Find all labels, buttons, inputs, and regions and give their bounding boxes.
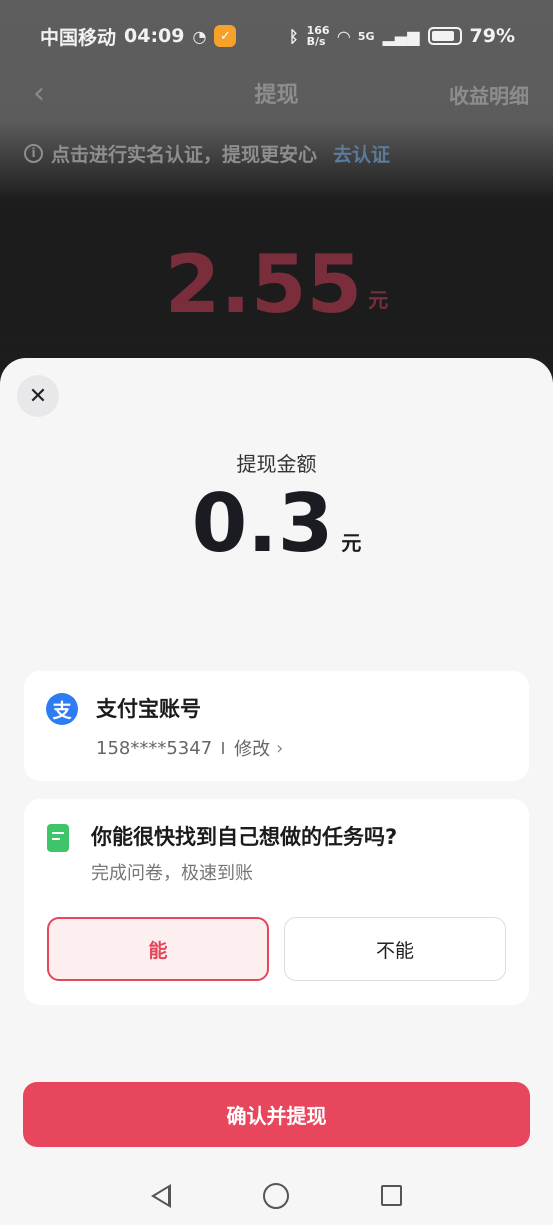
close-icon: ✕ (28, 383, 48, 409)
earnings-detail-link[interactable]: 收益明细 (449, 80, 529, 109)
battery-icon (427, 27, 462, 45)
survey-question: 你能很快找到自己想做的任务吗? (91, 825, 398, 849)
edit-label: 修改 (234, 739, 271, 760)
chevron-right-icon: › (276, 737, 284, 759)
account-title: 支付宝账号 (96, 697, 201, 721)
network-speed: 166 B/s (306, 24, 330, 48)
sync-icon: ◔ (192, 26, 207, 46)
carrier-label: 中国移动 (40, 26, 117, 49)
clock: 04:09 (124, 25, 185, 47)
account-number: 158****5347 (96, 737, 213, 759)
system-home-icon[interactable] (263, 1182, 289, 1209)
page-title: 提现 (254, 83, 299, 108)
balance-unit: 元 (368, 288, 389, 312)
account-subline: 158****5347 修改 › (96, 735, 283, 761)
wifi-icon: ◠ (337, 26, 350, 46)
status-right: ᛒ 166 B/s ◠ 5G ▂▄▆ 79% (289, 25, 515, 47)
withdraw-sheet: ✕ 提现金额 0.3 元 支 支付宝账号 158****5347 修改 › 你能… (0, 358, 553, 1166)
back-button[interactable]: ‹ (24, 75, 54, 111)
divider (222, 742, 225, 754)
option-yes-button[interactable]: 能 (47, 917, 269, 981)
close-button[interactable]: ✕ (17, 375, 59, 417)
balance-display: 2.55 元 (0, 235, 553, 325)
balance-value: 2.55 (164, 238, 363, 331)
status-left: 中国移动 04:09 ◔ ✓ (40, 23, 237, 50)
info-icon: i (24, 143, 43, 163)
verify-link[interactable]: 去认证 (333, 140, 390, 167)
system-navigation-bar (0, 1166, 553, 1225)
amount-label: 提现金额 (236, 452, 317, 476)
verification-notice: i 点击进行实名认证，提现更安心 去认证 (24, 138, 390, 168)
bluetooth-icon: ᛒ (289, 26, 299, 46)
network-type: 5G (357, 29, 375, 43)
chevron-left-icon: ‹ (33, 75, 45, 111)
amount-value: 0.3 (191, 477, 334, 570)
edit-account-link[interactable]: 修改 › (234, 735, 283, 761)
header: ‹ 提现 收益明细 (0, 70, 553, 116)
app-notification-icon: ✓ (214, 25, 237, 47)
status-bar: 中国移动 04:09 ◔ ✓ ᛒ 166 B/s ◠ 5G ▂▄▆ 79% (0, 16, 553, 56)
battery-percent: 79% (469, 25, 515, 47)
document-icon (47, 824, 69, 852)
system-back-icon[interactable] (151, 1183, 171, 1208)
survey-card: 你能很快找到自己想做的任务吗? 完成问卷，极速到账 能 不能 (24, 799, 529, 1005)
amount-display: 0.3 元 (0, 480, 553, 564)
signal-icon: ▂▄▆ (382, 26, 420, 46)
confirm-withdraw-button[interactable]: 确认并提现 (23, 1082, 530, 1147)
alipay-icon: 支 (46, 693, 78, 725)
option-no-button[interactable]: 不能 (284, 917, 506, 981)
survey-subtitle: 完成问卷，极速到账 (91, 863, 253, 884)
system-recents-icon[interactable] (381, 1185, 402, 1206)
amount-unit: 元 (341, 531, 362, 555)
notice-text: 点击进行实名认证，提现更安心 (51, 143, 318, 166)
account-card: 支 支付宝账号 158****5347 修改 › (24, 671, 529, 781)
